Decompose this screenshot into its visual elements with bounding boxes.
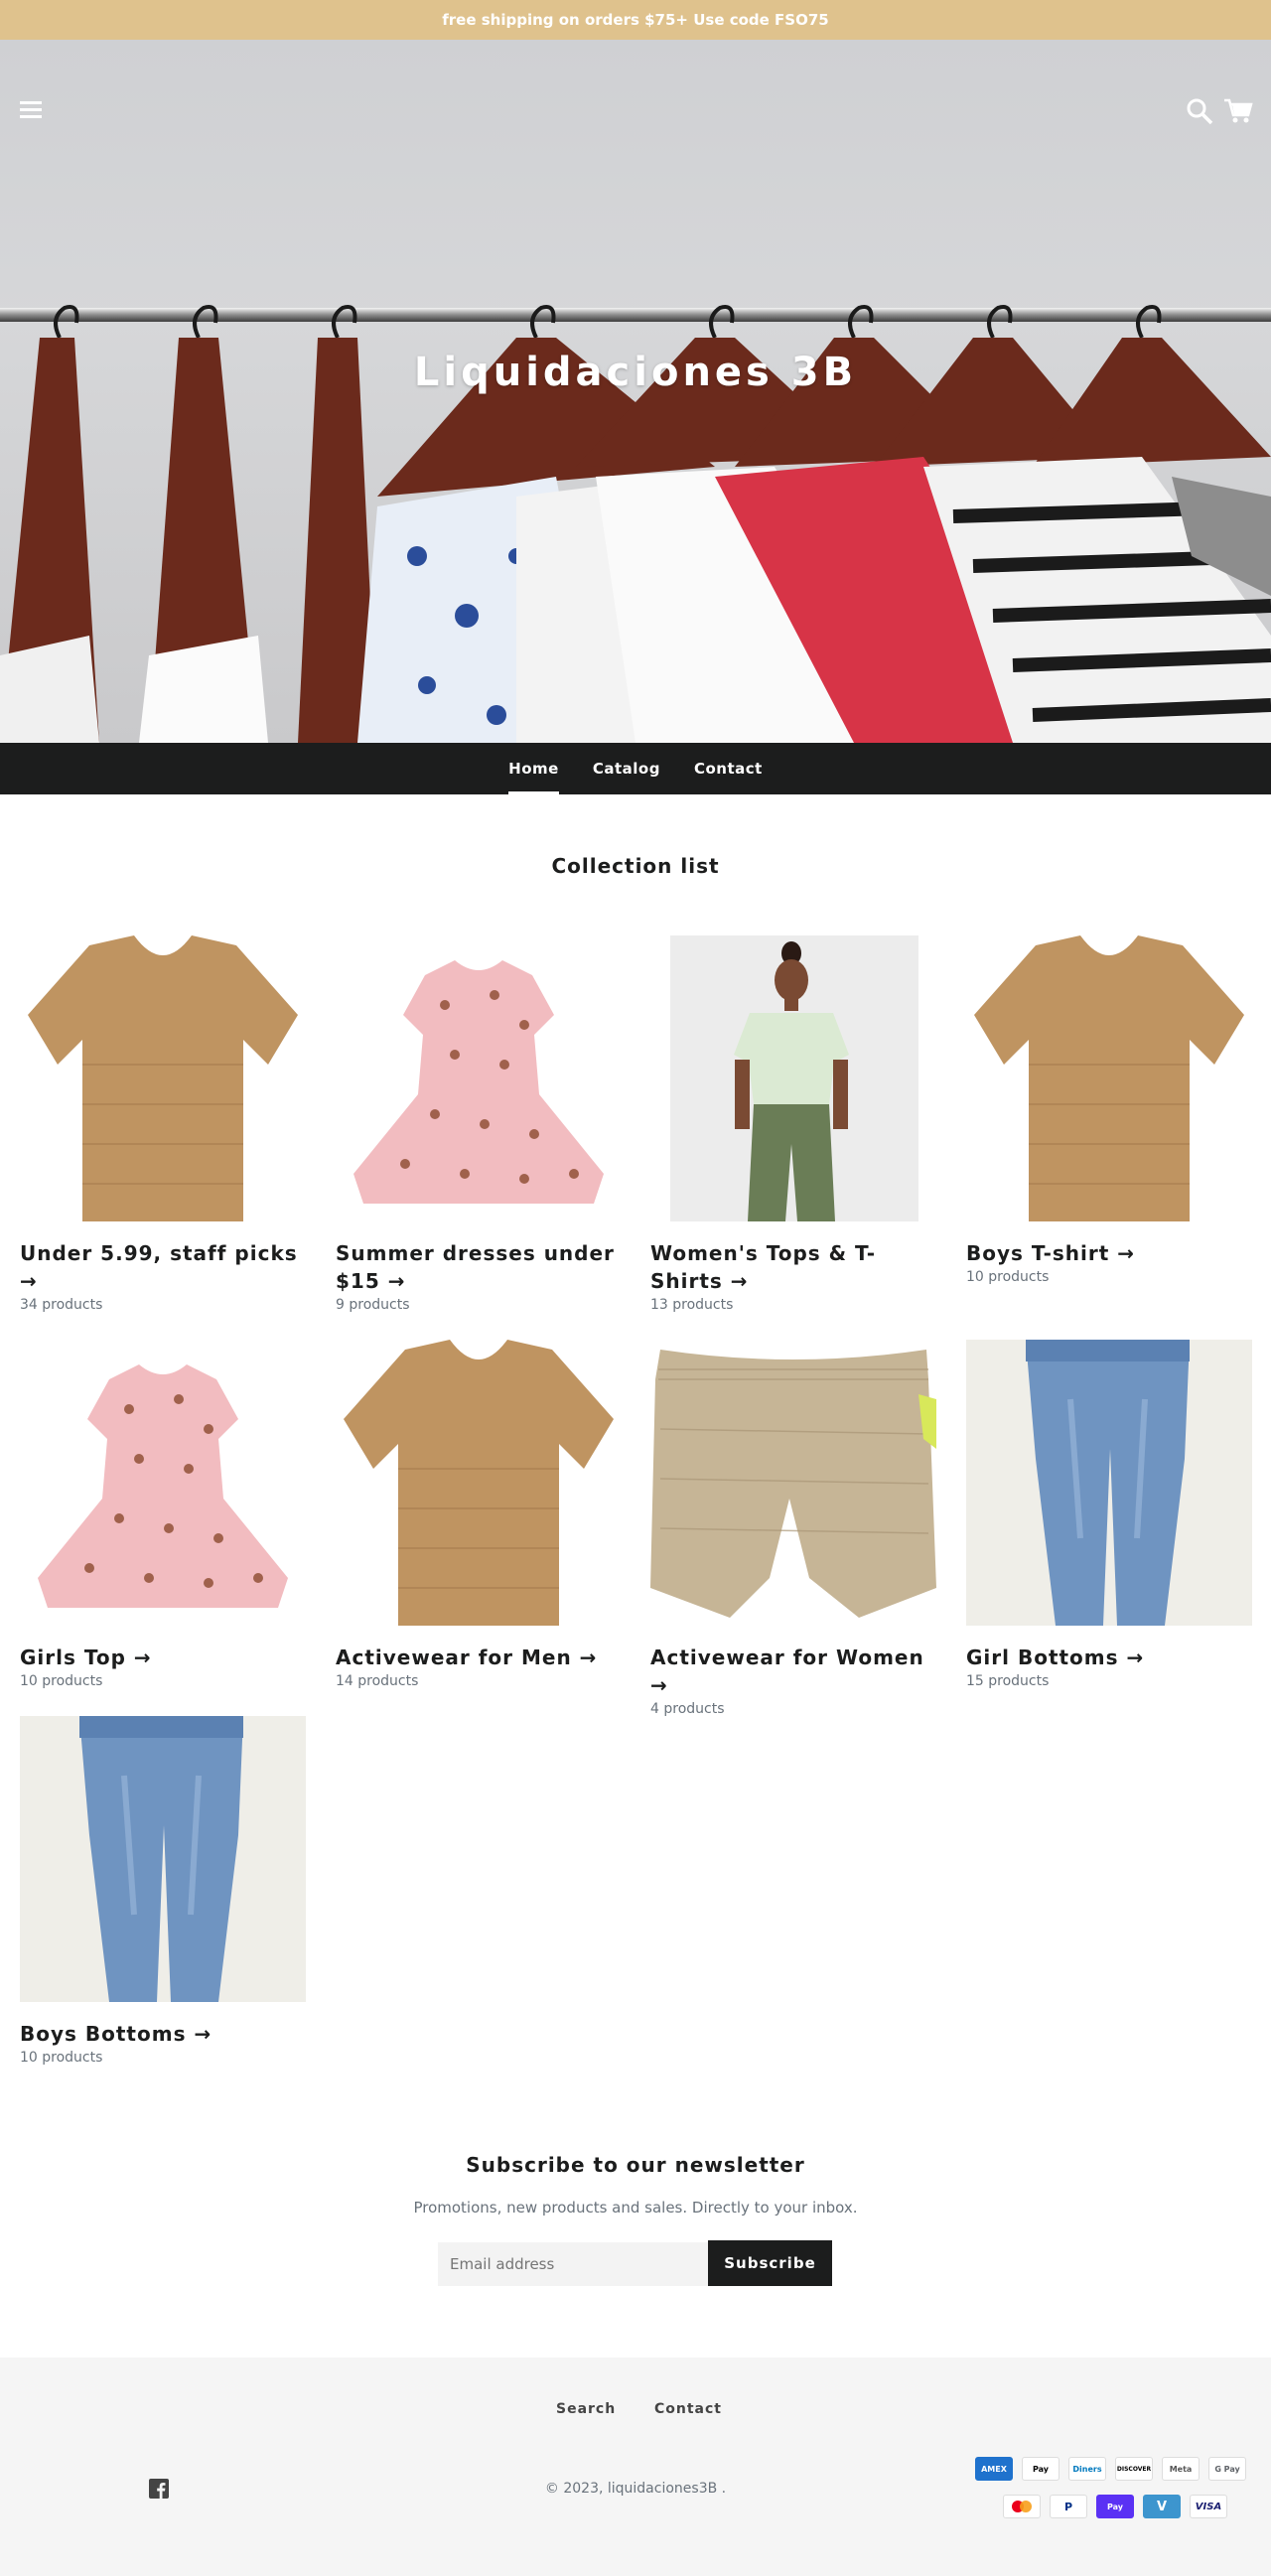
collection-count: 15 products [966, 1673, 1050, 1689]
google-pay-icon: G Pay [1208, 2457, 1246, 2481]
visa-icon: VISA [1190, 2495, 1227, 2518]
collection-card[interactable]: Activewear for Men → 14 products [336, 1340, 622, 1689]
collection-image[interactable] [336, 935, 622, 1221]
footer-link-search[interactable]: Search [556, 2401, 616, 2417]
collection-count: 10 products [966, 1269, 1050, 1285]
collection-image[interactable] [20, 935, 306, 1221]
collection-count: 14 products [336, 1673, 419, 1689]
hero-banner: Liquidaciones 3B [0, 40, 1271, 743]
collection-image[interactable] [20, 1716, 306, 2002]
newsletter-subtitle: Promotions, new products and sales. Dire… [413, 2199, 858, 2217]
collection-count: 10 products [20, 1673, 103, 1689]
collection-list-title: Collection list [551, 854, 720, 878]
collection-count: 13 products [650, 1297, 734, 1313]
mastercard-icon [1003, 2495, 1041, 2518]
collection-card[interactable]: Under 5.99, staff picks → 34 products [20, 935, 306, 1313]
discover-icon: DISCOVER [1115, 2457, 1153, 2481]
subscribe-button[interactable]: Subscribe [708, 2240, 832, 2286]
collection-count: 34 products [20, 1297, 103, 1313]
collection-card[interactable]: Girls Top → 10 products [20, 1340, 306, 1689]
collection-title[interactable]: Activewear for Men → [336, 1644, 622, 1671]
collection-image[interactable] [966, 1340, 1252, 1626]
collection-title[interactable]: Girl Bottoms → [966, 1644, 1252, 1671]
footer-link-contact[interactable]: Contact [654, 2401, 722, 2417]
collection-count: 10 products [20, 2050, 103, 2066]
newsletter-title: Subscribe to our newsletter [466, 2153, 805, 2177]
collection-count: 9 products [336, 1297, 410, 1313]
collection-title[interactable]: Summer dresses under $15 → [336, 1239, 622, 1295]
collection-card[interactable]: Women's Tops & T-Shirts → 13 products [650, 935, 936, 1313]
collection-image[interactable] [20, 1340, 306, 1626]
collection-card[interactable]: Activewear for Women → 4 products [650, 1340, 936, 1717]
collection-card[interactable]: Boys Bottoms → 10 products [20, 1716, 306, 2066]
collection-card[interactable]: Girl Bottoms → 15 products [966, 1340, 1252, 1689]
nav-contact[interactable]: Contact [677, 743, 779, 794]
shop-pay-icon: Pay [1096, 2495, 1134, 2518]
collection-title[interactable]: Activewear for Women → [650, 1644, 936, 1699]
collection-title[interactable]: Under 5.99, staff picks → [20, 1239, 306, 1295]
store-title: Liquidaciones 3B [413, 350, 858, 395]
nav-catalog[interactable]: Catalog [576, 743, 677, 794]
collection-card[interactable]: Summer dresses under $15 → 9 products [336, 935, 622, 1313]
announcement-bar: free shipping on orders $75+ Use code FS… [0, 0, 1271, 40]
venmo-icon: V [1143, 2495, 1181, 2518]
collection-title[interactable]: Boys Bottoms → [20, 2020, 306, 2048]
collection-title[interactable]: Girls Top → [20, 1644, 306, 1671]
collection-image[interactable] [336, 1340, 622, 1626]
search-icon[interactable] [1186, 97, 1213, 125]
meta-pay-icon: Meta [1162, 2457, 1200, 2481]
apple-pay-icon: Pay [1022, 2457, 1059, 2481]
main-nav: Home Catalog Contact [0, 743, 1271, 794]
collection-card[interactable]: Boys T-shirt → 10 products [966, 935, 1252, 1285]
email-field[interactable] [438, 2242, 708, 2286]
diners-club-icon: Diners [1068, 2457, 1106, 2481]
announcement-text: free shipping on orders $75+ Use code FS… [442, 11, 829, 29]
amex-icon: AMEX [975, 2457, 1013, 2481]
paypal-icon: P [1050, 2495, 1087, 2518]
collection-image[interactable] [966, 935, 1252, 1221]
collection-title[interactable]: Women's Tops & T-Shirts → [650, 1239, 936, 1295]
cart-icon[interactable] [1223, 97, 1253, 125]
collection-count: 4 products [650, 1701, 725, 1717]
collection-title[interactable]: Boys T-shirt → [966, 1239, 1252, 1267]
hamburger-menu-icon[interactable] [20, 101, 42, 119]
collection-image[interactable] [650, 935, 936, 1221]
nav-home[interactable]: Home [492, 743, 576, 794]
collection-image[interactable] [650, 1340, 936, 1626]
